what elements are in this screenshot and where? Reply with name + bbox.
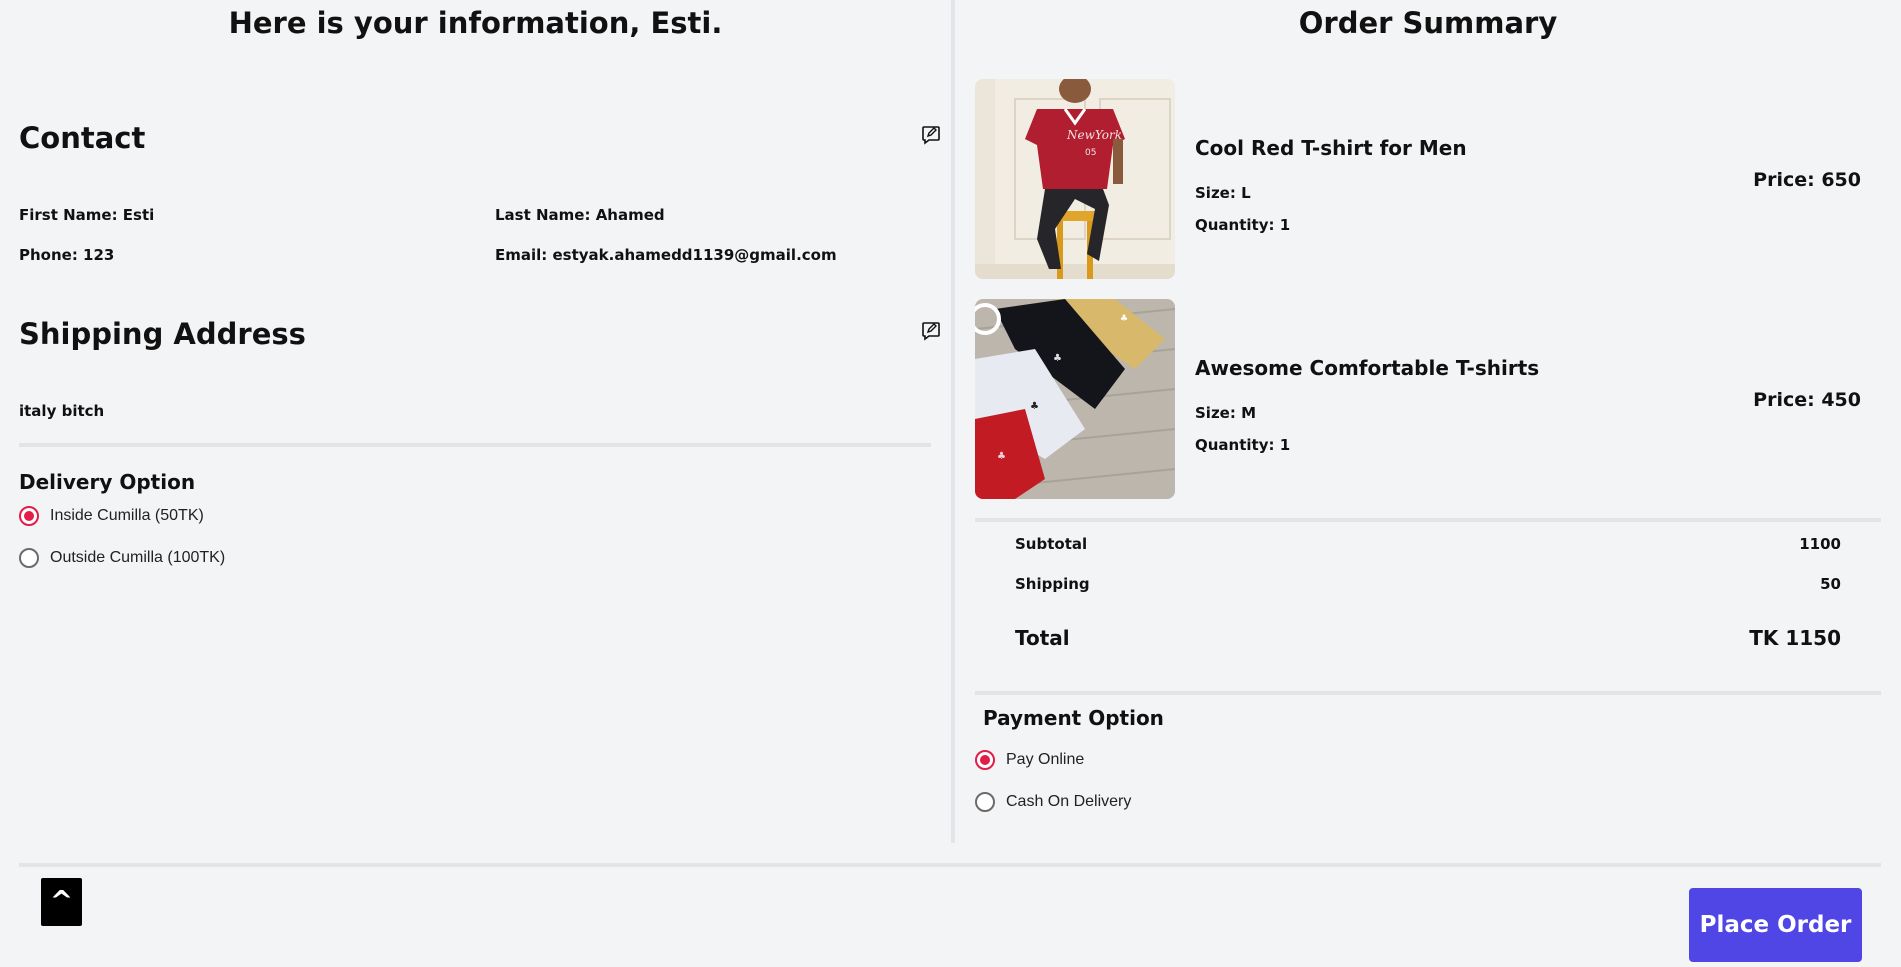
svg-text:♣: ♣ — [1053, 353, 1062, 364]
phone: Phone: 123 — [19, 246, 115, 264]
product-image-red-tshirt: NewYork 05 — [975, 79, 1175, 279]
radio-label: Outside Cumilla (100TK) — [50, 549, 226, 566]
edit-shipping-icon[interactable] — [921, 321, 941, 341]
shipping-address-heading: Shipping Address — [19, 317, 306, 351]
radio-button[interactable] — [975, 792, 995, 812]
radio-label: Inside Cumilla (50TK) — [50, 507, 204, 524]
scroll-to-top-button[interactable]: ^ — [41, 878, 82, 926]
subtotal-value: 1100 — [1799, 535, 1841, 553]
shipping-label: Shipping — [1015, 575, 1090, 593]
radio-button[interactable] — [19, 506, 39, 526]
item-price: Price: 450 — [1753, 389, 1861, 411]
customer-info-panel: Here is your information, Esti. Contact … — [0, 0, 951, 843]
svg-text:05: 05 — [1085, 148, 1096, 158]
total-label: Total — [1015, 626, 1070, 650]
last-name: Last Name: Ahamed — [495, 206, 665, 224]
payment-option-cod[interactable]: Cash On Delivery — [975, 792, 1131, 812]
divider — [975, 691, 1881, 695]
subtotal-label: Subtotal — [1015, 535, 1088, 553]
page-title: Here is your information, Esti. — [228, 6, 723, 40]
edit-contact-icon[interactable] — [921, 125, 941, 145]
order-summary-title: Order Summary — [1298, 6, 1558, 40]
radio-button[interactable] — [975, 750, 995, 770]
divider — [19, 443, 931, 447]
radio-label: Cash On Delivery — [1006, 793, 1132, 810]
order-summary-panel: Order Summary NewYork 05 Cool Red T-shir… — [955, 0, 1901, 843]
total-value: TK 1150 — [1749, 626, 1841, 650]
email: Email: estyak.ahamedd1139@gmail.com — [495, 246, 837, 264]
item-quantity: Quantity: 1 — [1195, 436, 1291, 454]
delivery-option-outside[interactable]: Outside Cumilla (100TK) — [19, 548, 225, 568]
delivery-option-inside[interactable]: Inside Cumilla (50TK) — [19, 506, 204, 526]
place-order-button[interactable]: Place Order — [1689, 888, 1862, 962]
item-size: Size: M — [1195, 404, 1256, 422]
svg-text:♣: ♣ — [1030, 401, 1039, 412]
first-name: First Name: Esti — [19, 206, 155, 224]
footer-divider — [19, 863, 1881, 867]
shipping-address: italy bitch — [19, 402, 105, 420]
shipping-value: 50 — [1820, 575, 1841, 593]
delivery-option-heading: Delivery Option — [19, 470, 196, 494]
radio-label: Pay Online — [1006, 751, 1085, 768]
payment-option-online[interactable]: Pay Online — [975, 750, 1084, 770]
divider — [975, 518, 1881, 522]
item-name: Cool Red T-shirt for Men — [1195, 136, 1467, 160]
contact-heading: Contact — [19, 121, 146, 155]
item-price: Price: 650 — [1753, 169, 1861, 191]
product-image-tshirts: ♣ ♣ ♣ ♣ — [975, 299, 1175, 499]
item-name: Awesome Comfortable T-shirts — [1195, 356, 1540, 380]
radio-button[interactable] — [19, 548, 39, 568]
svg-text:♣: ♣ — [997, 451, 1006, 462]
item-quantity: Quantity: 1 — [1195, 216, 1291, 234]
svg-text:♣: ♣ — [1120, 314, 1128, 324]
item-size: Size: L — [1195, 184, 1251, 202]
payment-option-heading: Payment Option — [983, 706, 1164, 730]
